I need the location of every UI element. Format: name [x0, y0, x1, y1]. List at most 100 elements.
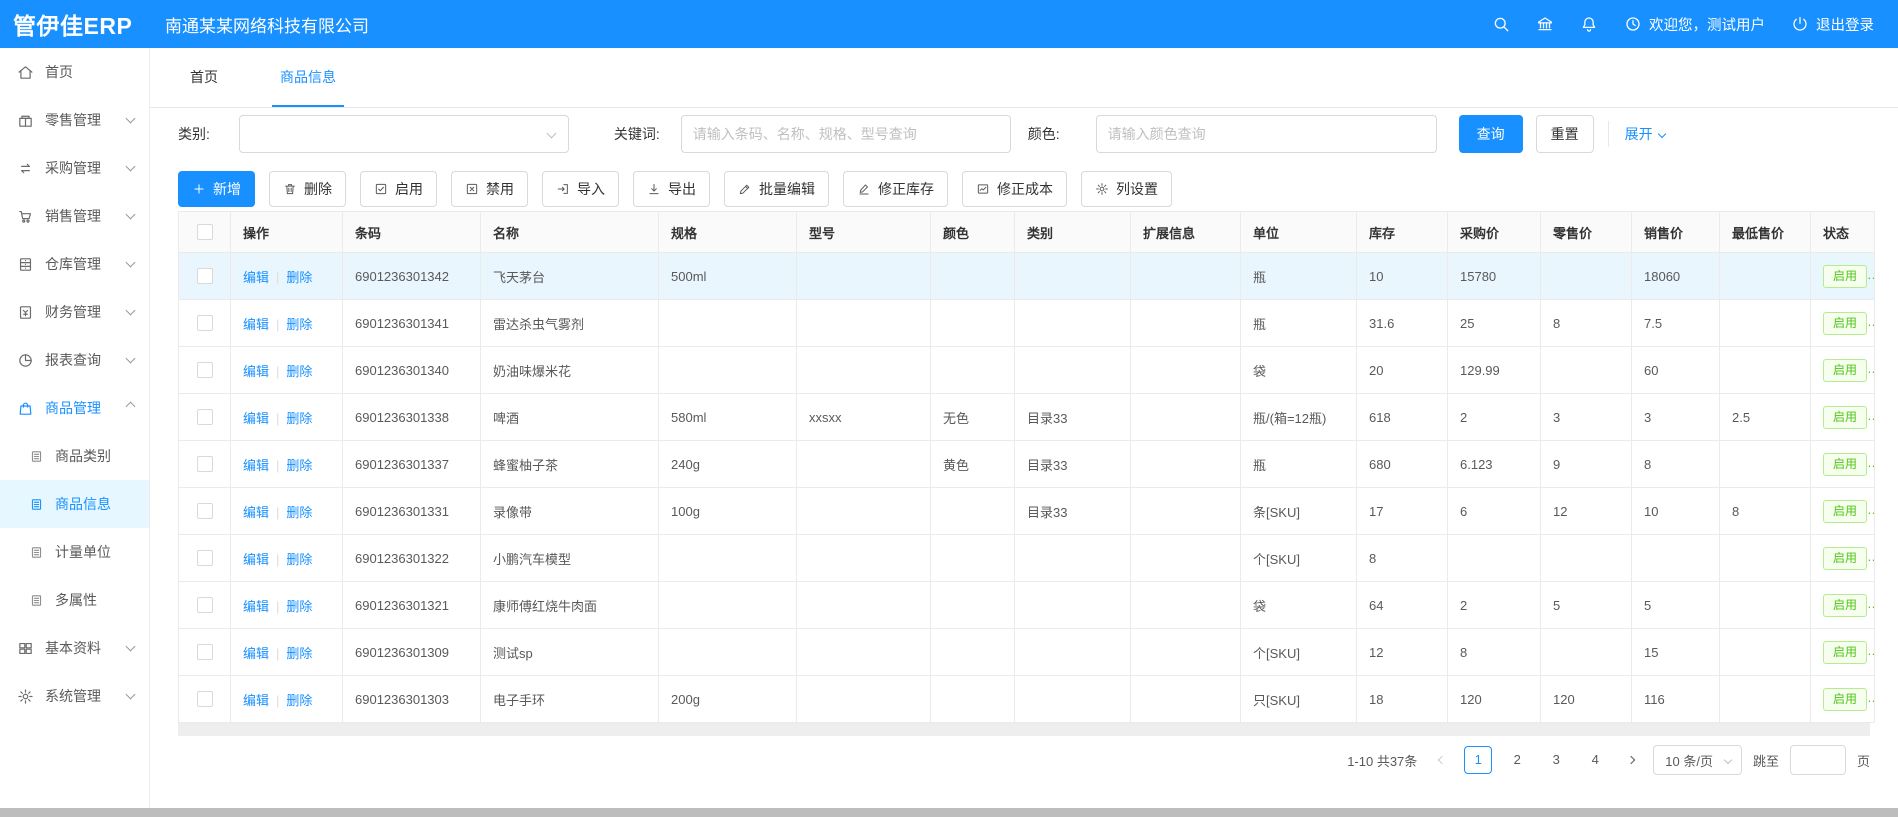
edit-link[interactable]: 编辑 [243, 411, 269, 426]
delete-link[interactable]: 删除 [286, 552, 312, 567]
jump-input[interactable] [1790, 745, 1846, 775]
sidebar-item-basic[interactable]: 基本资料 [0, 624, 149, 672]
row-checkbox[interactable] [197, 409, 213, 425]
export-button[interactable]: 导出 [633, 171, 710, 207]
batch-edit-button[interactable]: 批量编辑 [724, 171, 829, 207]
cell-ext [1131, 629, 1241, 676]
import-button[interactable]: 导入 [542, 171, 619, 207]
sidebar-item-home[interactable]: 首页 [0, 48, 149, 96]
row-checkbox[interactable] [197, 503, 213, 519]
edit-link[interactable]: 编辑 [243, 505, 269, 520]
column-settings-button[interactable]: 列设置 [1081, 171, 1172, 207]
expand-link[interactable]: 展开 [1625, 124, 1665, 144]
delete-link[interactable]: 删除 [286, 270, 312, 285]
row-checkbox[interactable] [197, 268, 213, 284]
color-input[interactable] [1096, 115, 1437, 153]
horizontal-scrollbar[interactable] [0, 808, 1898, 817]
select-all-header-cell [179, 212, 231, 253]
sidebar-item-system[interactable]: 系统管理 [0, 672, 149, 720]
column-header: 最低售价 [1720, 212, 1811, 253]
delete-link[interactable]: 删除 [286, 458, 312, 473]
sidebar-item-multi-attribute[interactable]: 多属性 [0, 576, 149, 624]
cell-color [931, 676, 1015, 723]
fix-stock-button[interactable]: 修正库存 [843, 171, 948, 207]
row-checkbox[interactable] [197, 456, 213, 472]
row-checkbox[interactable] [197, 644, 213, 660]
page-button-2[interactable]: 2 [1503, 746, 1531, 774]
row-checkbox[interactable] [197, 315, 213, 331]
delete-link[interactable]: 删除 [286, 411, 312, 426]
gear-icon [17, 688, 34, 705]
sidebar-item-retail[interactable]: 零售管理 [0, 96, 149, 144]
company-name: 南通某某网络科技有限公司 [165, 12, 369, 37]
table-row: 编辑|删除6901236301331录像带100g目录33条[SKU]17612… [179, 488, 1875, 535]
sidebar-subitem-label: 计量单位 [55, 542, 111, 562]
tab-home[interactable]: 首页 [182, 48, 226, 107]
sidebar-item-warehouse[interactable]: 仓库管理 [0, 240, 149, 288]
row-checkbox[interactable] [197, 691, 213, 707]
cell-actions: 编辑|删除 [231, 629, 343, 676]
reset-button[interactable]: 重置 [1536, 115, 1594, 153]
edit-link[interactable]: 编辑 [243, 693, 269, 708]
edit-link[interactable]: 编辑 [243, 270, 269, 285]
cell-retail: 9 [1541, 441, 1632, 488]
bell-icon[interactable] [1580, 15, 1598, 33]
search-button[interactable]: 查询 [1459, 115, 1523, 153]
status-badge: 启用 [1823, 359, 1867, 382]
sidebar-item-sales[interactable]: 销售管理 [0, 192, 149, 240]
delete-link[interactable]: 删除 [286, 693, 312, 708]
fix-cost-button[interactable]: 修正成本 [962, 171, 1067, 207]
cell-model: xxsxx [797, 394, 931, 441]
sidebar-item-reports[interactable]: 报表查询 [0, 336, 149, 384]
cell-ext [1131, 253, 1241, 300]
sidebar-item-measure-unit[interactable]: 计量单位 [0, 528, 149, 576]
page-unit-label: 页 [1857, 751, 1870, 770]
page-button-1[interactable]: 1 [1464, 746, 1492, 774]
select-all-checkbox[interactable] [197, 224, 213, 240]
sidebar-item-label: 销售管理 [45, 206, 101, 226]
page-button-3[interactable]: 3 [1542, 746, 1570, 774]
sidebar-item-goods-category[interactable]: 商品类别 [0, 432, 149, 480]
edit-link[interactable]: 编辑 [243, 646, 269, 661]
row-checkbox[interactable] [197, 550, 213, 566]
sidebar-item-goods-info[interactable]: 商品信息 [0, 480, 149, 528]
table-horizontal-scrollbar[interactable] [178, 723, 1870, 736]
logout-button[interactable]: 退出登录 [1791, 14, 1874, 35]
add-button[interactable]: 新增 [178, 171, 255, 207]
delete-link[interactable]: 删除 [286, 505, 312, 520]
sidebar-item-goods[interactable]: 商品管理 [0, 384, 149, 432]
cell-sale: 116 [1632, 676, 1720, 723]
delete-link[interactable]: 删除 [286, 364, 312, 379]
page-button-4[interactable]: 4 [1581, 746, 1609, 774]
keyword-input[interactable] [681, 115, 1011, 153]
logout-text: 退出登录 [1816, 14, 1874, 35]
status-badge: 启用 [1823, 688, 1867, 711]
edit-link[interactable]: 编辑 [243, 458, 269, 473]
prev-page-button[interactable] [1431, 746, 1453, 774]
finance-icon [17, 304, 34, 321]
disable-button[interactable]: 禁用 [451, 171, 528, 207]
delete-link[interactable]: 删除 [286, 317, 312, 332]
next-page-button[interactable] [1620, 746, 1642, 774]
pie-icon [17, 352, 34, 369]
row-checkbox[interactable] [197, 362, 213, 378]
tab-goods-info[interactable]: 商品信息 [272, 48, 344, 107]
delete-button[interactable]: 删除 [269, 171, 346, 207]
page-size-select[interactable]: 10 条/页 [1653, 745, 1742, 775]
edit-link[interactable]: 编辑 [243, 552, 269, 567]
delete-link[interactable]: 删除 [286, 599, 312, 614]
cell-barcode: 6901236301331 [343, 488, 481, 535]
delete-link[interactable]: 删除 [286, 646, 312, 661]
edit-link[interactable]: 编辑 [243, 599, 269, 614]
edit-link[interactable]: 编辑 [243, 364, 269, 379]
sidebar-item-label: 采购管理 [45, 158, 101, 178]
sidebar-item-finance[interactable]: 财务管理 [0, 288, 149, 336]
enable-button[interactable]: 启用 [360, 171, 437, 207]
search-icon[interactable] [1492, 15, 1510, 33]
edit-link[interactable]: 编辑 [243, 317, 269, 332]
row-checkbox[interactable] [197, 597, 213, 613]
bank-icon[interactable] [1536, 15, 1554, 33]
category-select[interactable] [239, 115, 569, 153]
cell-model [797, 535, 931, 582]
sidebar-item-purchase[interactable]: 采购管理 [0, 144, 149, 192]
